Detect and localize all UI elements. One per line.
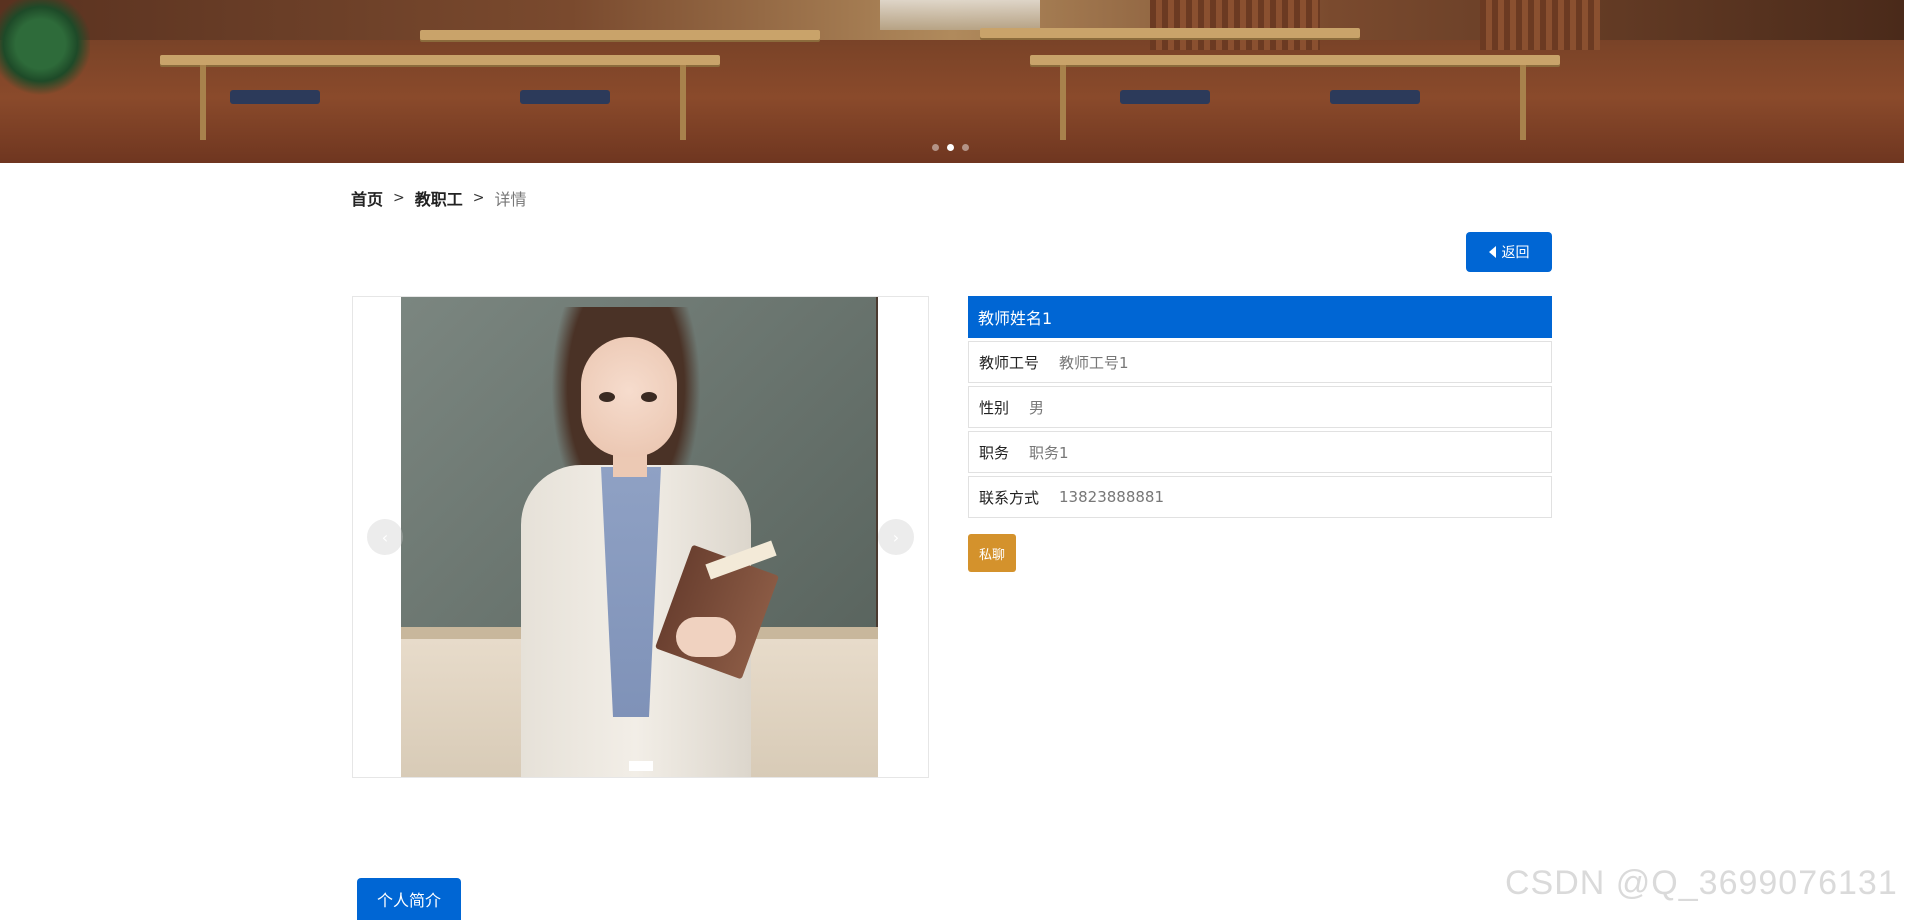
photo-hands — [676, 617, 736, 657]
tab-personal-intro[interactable]: 个人简介 — [357, 878, 461, 920]
breadcrumb-separator: > — [393, 190, 405, 206]
banner-table-leg — [680, 65, 686, 140]
info-row-employee-id: 教师工号 教师工号1 — [968, 341, 1552, 383]
banner-table — [420, 30, 820, 40]
back-button-label: 返回 — [1501, 244, 1530, 260]
info-row-gender: 性别 男 — [968, 386, 1552, 428]
banner-dot[interactable] — [962, 144, 969, 151]
back-button[interactable]: 返回 — [1466, 232, 1552, 272]
banner-chair — [1330, 90, 1420, 104]
banner-table-leg — [1520, 65, 1526, 140]
info-row-position: 职务 职务1 — [968, 431, 1552, 473]
info-label: 教师工号 — [979, 353, 1040, 372]
info-label: 性别 — [979, 398, 1010, 417]
breadcrumb: 首页 > 教职工 > 详情 — [351, 186, 527, 210]
chevron-left-icon[interactable]: ‹ — [367, 519, 403, 555]
banner-dot[interactable] — [932, 144, 939, 151]
banner-plant — [0, 0, 90, 110]
chevron-right-icon[interactable]: › — [878, 519, 914, 555]
watermark: CSDN @Q_3699076131 — [1505, 864, 1898, 902]
banner-chair — [520, 90, 610, 104]
info-value: 教师工号1 — [1059, 353, 1129, 372]
info-label: 职务 — [979, 443, 1010, 462]
teacher-info-panel: 教师姓名1 教师工号 教师工号1 性别 男 职务 职务1 联系方式 138238… — [968, 296, 1552, 518]
banner-table-leg — [200, 65, 206, 140]
banner-table — [1030, 55, 1560, 65]
banner-window — [880, 0, 1040, 30]
info-value: 职务1 — [1029, 443, 1069, 462]
info-value: 13823888881 — [1059, 488, 1164, 506]
photo-eye — [599, 392, 615, 402]
banner-table-leg — [1060, 65, 1066, 140]
photo-face — [581, 337, 677, 457]
breadcrumb-current: 详情 — [494, 190, 527, 209]
teacher-photo-carousel: ‹ › — [352, 296, 929, 778]
banner-chair — [1120, 90, 1210, 104]
carousel-indicator[interactable] — [629, 761, 653, 771]
banner-pagination — [932, 144, 969, 151]
caret-left-icon — [1488, 246, 1496, 258]
teacher-photo — [401, 297, 878, 777]
banner-chair — [230, 90, 320, 104]
banner-dot-active[interactable] — [947, 144, 954, 151]
breadcrumb-separator: > — [472, 190, 485, 206]
banner-table — [980, 28, 1360, 38]
info-row-contact: 联系方式 13823888881 — [968, 476, 1552, 518]
banner-table — [160, 55, 720, 65]
breadcrumb-home[interactable]: 首页 — [351, 186, 383, 210]
private-chat-button[interactable]: 私聊 — [968, 534, 1016, 572]
banner-bookshelf — [1150, 0, 1320, 50]
photo-eye — [641, 392, 657, 402]
banner-bookshelf — [1480, 0, 1600, 50]
hero-banner — [0, 0, 1904, 163]
info-value: 男 — [1029, 398, 1045, 417]
info-label: 联系方式 — [979, 488, 1040, 507]
breadcrumb-section[interactable]: 教职工 — [415, 186, 463, 210]
teacher-name: 教师姓名1 — [968, 296, 1552, 338]
